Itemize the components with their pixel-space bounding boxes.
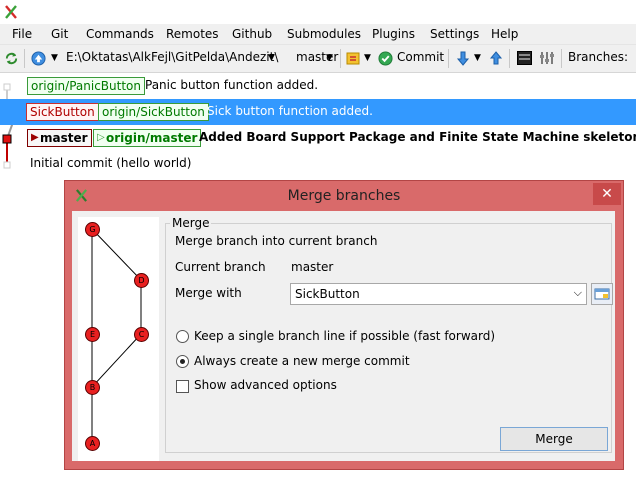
menu-commands[interactable]: Commands [86,27,154,41]
repo-dropdown-icon[interactable]: ▼ [268,53,275,63]
graph-node-e: E [85,327,100,342]
advanced-options-label[interactable]: Show advanced options [194,378,337,392]
stash-dropdown-icon[interactable]: ▼ [364,53,371,63]
commit-button[interactable]: Commit [397,50,444,64]
console-icon[interactable] [517,51,532,65]
menu-plugins[interactable]: Plugins [372,27,415,41]
merge-button[interactable]: Merge [500,427,608,451]
remote-arrow-icon: ▷ [97,132,105,143]
merge-with-value: SickButton [295,287,360,301]
repository-path[interactable]: E:\Oktatas\AlkFejl\GitPelda\Andezit\ [66,50,278,64]
graph-node-a: A [85,436,100,451]
push-icon[interactable] [31,51,46,66]
merge-graph-illustration: G D E C B A [78,217,159,461]
commit-message: Sick button function added. [207,104,373,118]
menu-github[interactable]: Github [232,27,272,41]
head-arrow-icon: ▶ [31,132,39,143]
commit-row-head[interactable]: ▶ master ▷ origin/master Added Board Suppo… [0,125,636,151]
gitext-logo-icon [5,5,17,19]
refresh-icon[interactable] [4,51,19,66]
settings-icon[interactable] [539,50,555,66]
commit-row[interactable]: Initial commit (hello world) [0,151,636,177]
menu-remotes[interactable]: Remotes [166,27,219,41]
menu-file[interactable]: File [12,27,32,41]
graph-node-g: G [85,222,100,237]
close-button[interactable]: ✕ [593,183,621,205]
push-dropdown-icon[interactable]: ▼ [51,53,58,63]
commit-message: Initial commit (hello world) [30,156,192,170]
ref-label-origin-sickbutton[interactable]: origin/SickButton [98,103,209,121]
pull-dropdown-icon[interactable]: ▼ [474,53,481,63]
branch-dropdown-icon[interactable]: ▼ [326,53,333,63]
merge-group-label: Merge [170,216,212,230]
new-merge-commit-radio[interactable] [176,355,189,368]
merge-with-select[interactable]: SickButton ⌵ [290,283,587,305]
fast-forward-radio[interactable] [176,330,189,343]
menu-bar: File Git Commands Remotes Github Submodu… [0,24,636,45]
chevron-down-icon: ⌵ [573,286,582,299]
new-merge-commit-label[interactable]: Always create a new merge commit [194,354,410,368]
merge-branches-dialog: Merge branches ✕ G D E C B A Merge Merge… [64,180,624,470]
dialog-titlebar[interactable]: Merge branches [65,181,623,211]
merge-with-label: Merge with [175,286,242,300]
fast-forward-label[interactable]: Keep a single branch line if possible (f… [194,329,495,343]
push-arrow-icon[interactable] [489,50,503,66]
dialog-body: G D E C B A Merge Merge branch into curr… [72,211,615,461]
current-branch-value: master [291,260,334,274]
commit-row[interactable]: origin/PanicButton Panic button function… [0,73,636,99]
graph-node-d: D [134,273,149,288]
graph-node-b: B [85,380,100,395]
commit-row-selected[interactable]: SickButton origin/SickButton Sick button… [0,99,636,125]
ref-label-origin-master[interactable]: ▷ origin/master [93,129,202,147]
current-branch-label: Current branch [175,260,266,274]
ref-label-origin-panicbutton[interactable]: origin/PanicButton [27,77,145,95]
merge-description: Merge branch into current branch [175,234,378,248]
pull-icon[interactable] [455,50,471,67]
folder-browse-icon [594,288,610,300]
ref-label-master[interactable]: ▶ master [27,129,92,147]
menu-git[interactable]: Git [51,27,68,41]
graph-node-c: C [134,327,149,342]
ref-label-sickbutton[interactable]: SickButton [26,103,99,121]
dialog-title: Merge branches [287,188,401,204]
branches-filter-label: Branches: [568,50,629,64]
commit-message: Panic button function added. [145,78,319,92]
commit-check-icon[interactable] [378,51,393,66]
window-titlebar [0,0,636,24]
stash-icon[interactable] [345,50,361,66]
commit-message: Added Board Support Package and Finite S… [199,130,636,144]
close-icon: ✕ [601,186,613,202]
browse-branches-button[interactable] [591,283,613,305]
advanced-options-checkbox[interactable] [176,380,189,393]
menu-settings[interactable]: Settings [430,27,479,41]
menu-help[interactable]: Help [491,27,518,41]
menu-submodules[interactable]: Submodules [287,27,361,41]
toolbar: ▼ E:\Oktatas\AlkFejl\GitPelda\Andezit\ ▼… [0,45,636,73]
